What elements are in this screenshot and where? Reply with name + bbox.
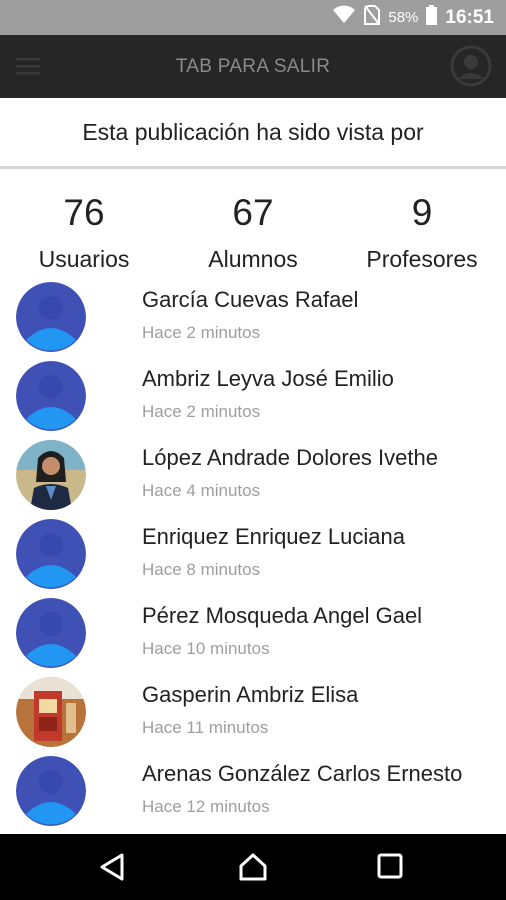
viewer-name: Gasperin Ambriz Elisa [142,682,359,707]
default-avatar-icon [16,598,86,668]
viewer-time: Hace 10 minutos [142,639,270,658]
battery-icon [426,5,438,30]
status-time: 16:51 [445,6,494,28]
stat-count: 67 [232,192,274,233]
app-bar-title[interactable]: TAB PARA SALIR [0,35,506,98]
stat-label: Usuarios [38,246,130,272]
default-avatar-icon [16,361,86,431]
list-item[interactable]: Pérez Mosqueda Angel Gael Hace 10 minuto… [0,598,506,677]
viewer-time: Hace 4 minutos [142,481,261,500]
stat-count: 76 [63,192,105,233]
stat-usuarios: 76 Usuarios [0,170,168,273]
viewer-name: Arenas González Carlos Ernesto [142,761,463,786]
viewer-name: Enriquez Enriquez Luciana [142,524,405,549]
stat-label: Profesores [366,246,478,272]
views-header: Esta publicación ha sido vista por [0,98,506,169]
stat-profesores: 9 Profesores [338,170,506,273]
viewer-time: Hace 2 minutos [142,402,261,421]
viewer-time: Hace 2 minutos [142,323,261,342]
viewer-name: Ambriz Leyva José Emilio [142,366,394,391]
navigation-bar [0,834,506,900]
stat-count: 9 [411,192,433,233]
back-icon[interactable] [98,852,128,887]
view-stats: 76 Usuarios 67 Alumnos 9 Profesores [0,170,506,280]
no-sim-icon [364,5,381,30]
list-item[interactable]: Enriquez Enriquez Luciana Hace 8 minutos [0,519,506,598]
viewer-name: Pérez Mosqueda Angel Gael [142,603,423,628]
default-avatar-icon [16,519,86,589]
status-bar: 58% 16:51 [0,0,506,35]
default-avatar-icon [16,756,86,826]
list-item[interactable]: García Cuevas Rafael Hace 2 minutos [0,282,506,361]
profile-icon[interactable] [450,45,492,92]
default-avatar-icon [16,282,86,352]
stat-label: Alumnos [208,246,298,272]
wifi-icon [332,5,356,30]
battery-percent: 58% [388,9,419,26]
photo-avatar-icon [16,677,86,747]
list-item[interactable]: Gasperin Ambriz Elisa Hace 11 minutos [0,677,506,756]
list-item[interactable]: Arenas González Carlos Ernesto Hace 12 m… [0,756,506,835]
recents-icon[interactable] [376,852,404,885]
list-item[interactable]: López Andrade Dolores Ivethe Hace 4 minu… [0,440,506,519]
stat-alumnos: 67 Alumnos [169,170,337,273]
photo-avatar-icon [16,440,86,510]
viewer-name: López Andrade Dolores Ivethe [142,445,438,470]
status-icons: 58% 16:51 [332,0,494,35]
home-icon[interactable] [238,852,268,887]
list-item[interactable]: Ambriz Leyva José Emilio Hace 2 minutos [0,361,506,440]
viewer-name: García Cuevas Rafael [142,287,359,312]
app-bar: TAB PARA SALIR [0,35,506,98]
viewer-list: García Cuevas Rafael Hace 2 minutos Ambr… [0,282,506,835]
viewer-time: Hace 12 minutos [142,797,270,816]
viewer-time: Hace 11 minutos [142,718,269,737]
viewer-time: Hace 8 minutos [142,560,261,579]
